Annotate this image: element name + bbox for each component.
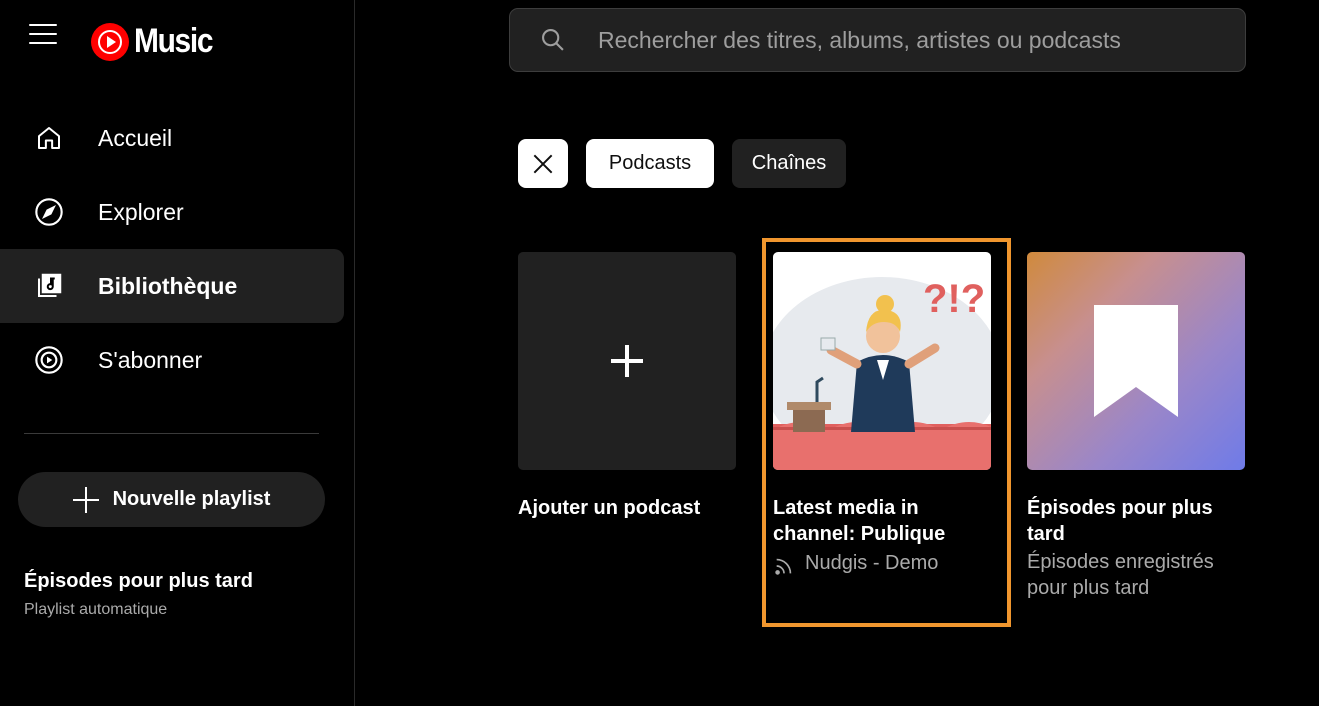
saved-playlist-subtitle: Playlist automatique [24,601,168,618]
sidebar-nav: Accueil Explorer Bibliothèque S'abonner [0,101,355,397]
compass-icon [33,196,65,228]
new-playlist-button[interactable]: Nouvelle playlist [18,472,325,527]
close-icon [533,154,553,173]
card-title: Ajouter un podcast [518,497,701,519]
add-icon [611,345,643,377]
sidebar-item-label: Explorer [98,198,184,225]
add-podcast-card[interactable]: Ajouter un podcast [518,252,736,521]
card-title-line: channel: Publique [773,523,946,545]
saved-episodes-thumbnail[interactable] [1027,252,1245,470]
card-title-line: Épisodes pour plus [1027,497,1213,519]
saved-playlist-title[interactable]: Épisodes pour plus tard [24,570,253,593]
logo-text: Music [134,22,214,60]
card-title: Latest media in channel: Publique [773,495,991,547]
sidebar-divider [24,433,319,434]
sidebar-item-library[interactable]: Bibliothèque [0,249,355,323]
card-title-line: Latest media in [773,497,919,519]
card-title: Épisodes pour plus tard [1027,495,1245,547]
art-text: ?!? [923,277,985,321]
hamburger-icon[interactable] [28,22,58,46]
menu-button[interactable] [28,22,58,46]
search-bar[interactable]: Rechercher des titres, albums, artistes … [509,8,1246,72]
sidebar-item-label: Accueil [98,124,173,151]
logo-icon [91,22,129,61]
sidebar: Music Accueil Explorer Bibliothèque S'ab… [0,0,355,706]
library-icon [33,270,65,302]
podcast-artwork: ?!? [773,252,991,470]
subscriptions-icon [33,344,65,376]
sidebar-item-label: Bibliothèque [98,272,238,299]
plus-icon [72,486,99,513]
chip-podcasts[interactable]: Podcasts [586,139,714,188]
sidebar-item-label: S'abonner [98,346,203,373]
new-playlist-label: Nouvelle playlist [112,488,271,510]
card-title-line: tard [1027,523,1065,545]
podcast-card[interactable]: ?!? Latest media in channel: Publique Nu… [773,252,991,577]
podcast-thumbnail[interactable]: ?!? [773,252,991,470]
sidebar-item-explore[interactable]: Explorer [0,175,355,249]
sidebar-item-subscriptions[interactable]: S'abonner [0,323,355,397]
clear-filter-button[interactable] [518,139,568,188]
search-icon [538,25,568,55]
rss-icon [775,558,792,575]
card-subtitle-line: Épisodes enregistrés [1027,551,1214,573]
search-input[interactable]: Rechercher des titres, albums, artistes … [598,27,1121,54]
app-logo[interactable]: Music [91,22,223,61]
add-podcast-thumbnail[interactable] [518,252,736,470]
home-icon [33,122,65,154]
card-subtitle: Épisodes enregistrés pour plus tard [1027,549,1245,601]
sidebar-item-home[interactable]: Accueil [0,101,355,175]
card-subtitle-line: pour plus tard [1027,577,1150,599]
chip-channels[interactable]: Chaînes [732,139,846,188]
bookmark-icon [1094,305,1178,417]
card-subtitle: Nudgis - Demo [773,549,991,577]
saved-episodes-card[interactable]: Épisodes pour plus tard Épisodes enregis… [1027,252,1245,601]
channel-name[interactable]: Nudgis - Demo [805,550,938,576]
